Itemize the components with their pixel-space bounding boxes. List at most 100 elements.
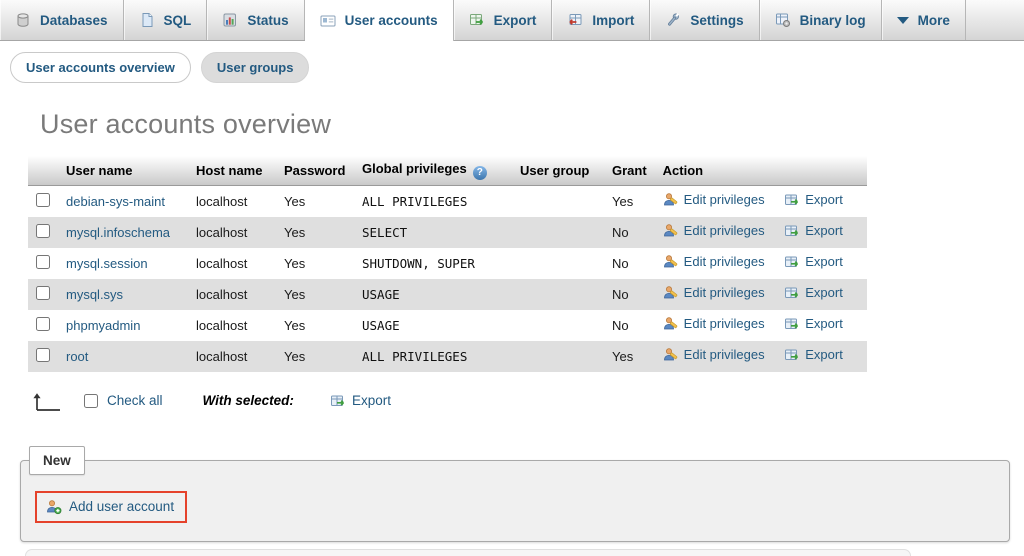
table-row: mysql.sys localhost Yes USAGE No Edit pr…	[28, 279, 867, 310]
edit-privileges-link[interactable]: Edit privileges	[663, 347, 765, 363]
header-host-name: Host name	[188, 156, 276, 186]
row-checkbox[interactable]	[36, 317, 50, 331]
new-user-fieldset: New Add user account	[20, 460, 1010, 542]
privileges-cell: USAGE	[354, 310, 512, 341]
export-user-link[interactable]: Export	[784, 192, 843, 208]
databases-icon	[15, 12, 31, 28]
subtab-user-accounts-overview[interactable]: User accounts overview	[10, 52, 191, 83]
tab-sql[interactable]: SQL	[124, 0, 208, 40]
host-cell: localhost	[188, 279, 276, 310]
user-group-cell	[512, 248, 604, 279]
tab-status[interactable]: Status	[207, 0, 304, 40]
user-name-link[interactable]: debian-sys-maint	[66, 194, 165, 209]
table-row: mysql.infoschema localhost Yes SELECT No…	[28, 217, 867, 248]
user-name-link[interactable]: mysql.sys	[66, 287, 123, 302]
tab-binary-log[interactable]: Binary log	[760, 0, 882, 40]
host-cell: localhost	[188, 217, 276, 248]
edit-privileges-icon	[663, 316, 679, 332]
settings-icon	[665, 12, 681, 28]
export-user-link[interactable]: Export	[784, 316, 843, 332]
export-table-icon	[784, 254, 800, 270]
row-checkbox[interactable]	[36, 348, 50, 362]
grant-cell: Yes	[604, 186, 655, 217]
tab-label: SQL	[164, 13, 192, 28]
new-fieldset-legend: New	[29, 446, 85, 475]
export-user-link[interactable]: Export	[784, 254, 843, 270]
tab-settings[interactable]: Settings	[650, 0, 759, 40]
host-cell: localhost	[188, 310, 276, 341]
tab-import[interactable]: Import	[552, 0, 650, 40]
user-name-link[interactable]: root	[66, 349, 88, 364]
row-checkbox[interactable]	[36, 224, 50, 238]
table-header-row: User name Host name Password Global priv…	[28, 156, 867, 186]
tab-databases[interactable]: Databases	[0, 0, 124, 40]
help-icon[interactable]: ?	[473, 166, 487, 180]
user-group-cell	[512, 341, 604, 372]
edit-privileges-icon	[663, 285, 679, 301]
row-checkbox[interactable]	[36, 255, 50, 269]
bulk-export-link[interactable]: Export	[330, 393, 391, 409]
add-user-icon	[46, 499, 62, 515]
select-rows-arrow-icon	[30, 390, 64, 412]
user-group-cell	[512, 279, 604, 310]
tab-more[interactable]: More	[882, 0, 966, 40]
tab-label: Status	[247, 13, 288, 28]
password-cell: Yes	[276, 341, 354, 372]
export-icon	[469, 12, 485, 28]
tab-label: Settings	[690, 13, 743, 28]
password-cell: Yes	[276, 186, 354, 217]
user-name-link[interactable]: mysql.session	[66, 256, 148, 271]
privileges-cell: SELECT	[354, 217, 512, 248]
grant-cell: No	[604, 248, 655, 279]
tab-label: Export	[494, 13, 537, 28]
binary-log-icon	[775, 12, 791, 28]
privileges-cell: ALL PRIVILEGES	[354, 341, 512, 372]
edit-privileges-link[interactable]: Edit privileges	[663, 285, 765, 301]
tab-label: Databases	[40, 13, 108, 28]
edit-privileges-icon	[663, 192, 679, 208]
bulk-actions-row: Check all With selected: Export	[30, 388, 1024, 414]
main-tab-bar: Databases SQL Status User accounts Expor…	[0, 0, 1024, 41]
header-checkbox-column	[28, 156, 58, 186]
privileges-cell: SHUTDOWN, SUPER	[354, 248, 512, 279]
password-cell: Yes	[276, 310, 354, 341]
export-user-link[interactable]: Export	[784, 223, 843, 239]
tab-label: Binary log	[800, 13, 866, 28]
user-group-cell	[512, 186, 604, 217]
edit-privileges-link[interactable]: Edit privileges	[663, 223, 765, 239]
tab-export[interactable]: Export	[454, 0, 553, 40]
check-all-link[interactable]: Check all	[107, 393, 163, 408]
grant-cell: No	[604, 217, 655, 248]
add-user-account-link[interactable]: Add user account	[69, 499, 174, 514]
host-cell: localhost	[188, 186, 276, 217]
next-fieldset-edge	[25, 549, 911, 556]
export-user-link[interactable]: Export	[784, 347, 843, 363]
table-row: debian-sys-maint localhost Yes ALL PRIVI…	[28, 186, 867, 217]
export-table-icon	[784, 347, 800, 363]
edit-privileges-link[interactable]: Edit privileges	[663, 316, 765, 332]
host-cell: localhost	[188, 248, 276, 279]
import-icon	[567, 12, 583, 28]
check-all-checkbox[interactable]	[84, 394, 98, 408]
table-row: root localhost Yes ALL PRIVILEGES Yes Ed…	[28, 341, 867, 372]
header-global-privileges: Global privileges?	[354, 156, 512, 186]
table-row: mysql.session localhost Yes SHUTDOWN, SU…	[28, 248, 867, 279]
tab-label: User accounts	[345, 13, 438, 28]
edit-privileges-link[interactable]: Edit privileges	[663, 254, 765, 270]
grant-cell: Yes	[604, 341, 655, 372]
edit-privileges-icon	[663, 254, 679, 270]
annotation-highlight-box: Add user account	[35, 491, 187, 523]
privileges-cell: ALL PRIVILEGES	[354, 186, 512, 217]
subtab-user-groups[interactable]: User groups	[201, 52, 310, 83]
privileges-cell: USAGE	[354, 279, 512, 310]
header-password: Password	[276, 156, 354, 186]
header-user-group: User group	[512, 156, 604, 186]
user-name-link[interactable]: mysql.infoschema	[66, 225, 170, 240]
row-checkbox[interactable]	[36, 193, 50, 207]
header-user-name: User name	[58, 156, 188, 186]
export-user-link[interactable]: Export	[784, 285, 843, 301]
edit-privileges-link[interactable]: Edit privileges	[663, 192, 765, 208]
tab-user-accounts[interactable]: User accounts	[305, 0, 454, 41]
user-name-link[interactable]: phpmyadmin	[66, 318, 140, 333]
row-checkbox[interactable]	[36, 286, 50, 300]
